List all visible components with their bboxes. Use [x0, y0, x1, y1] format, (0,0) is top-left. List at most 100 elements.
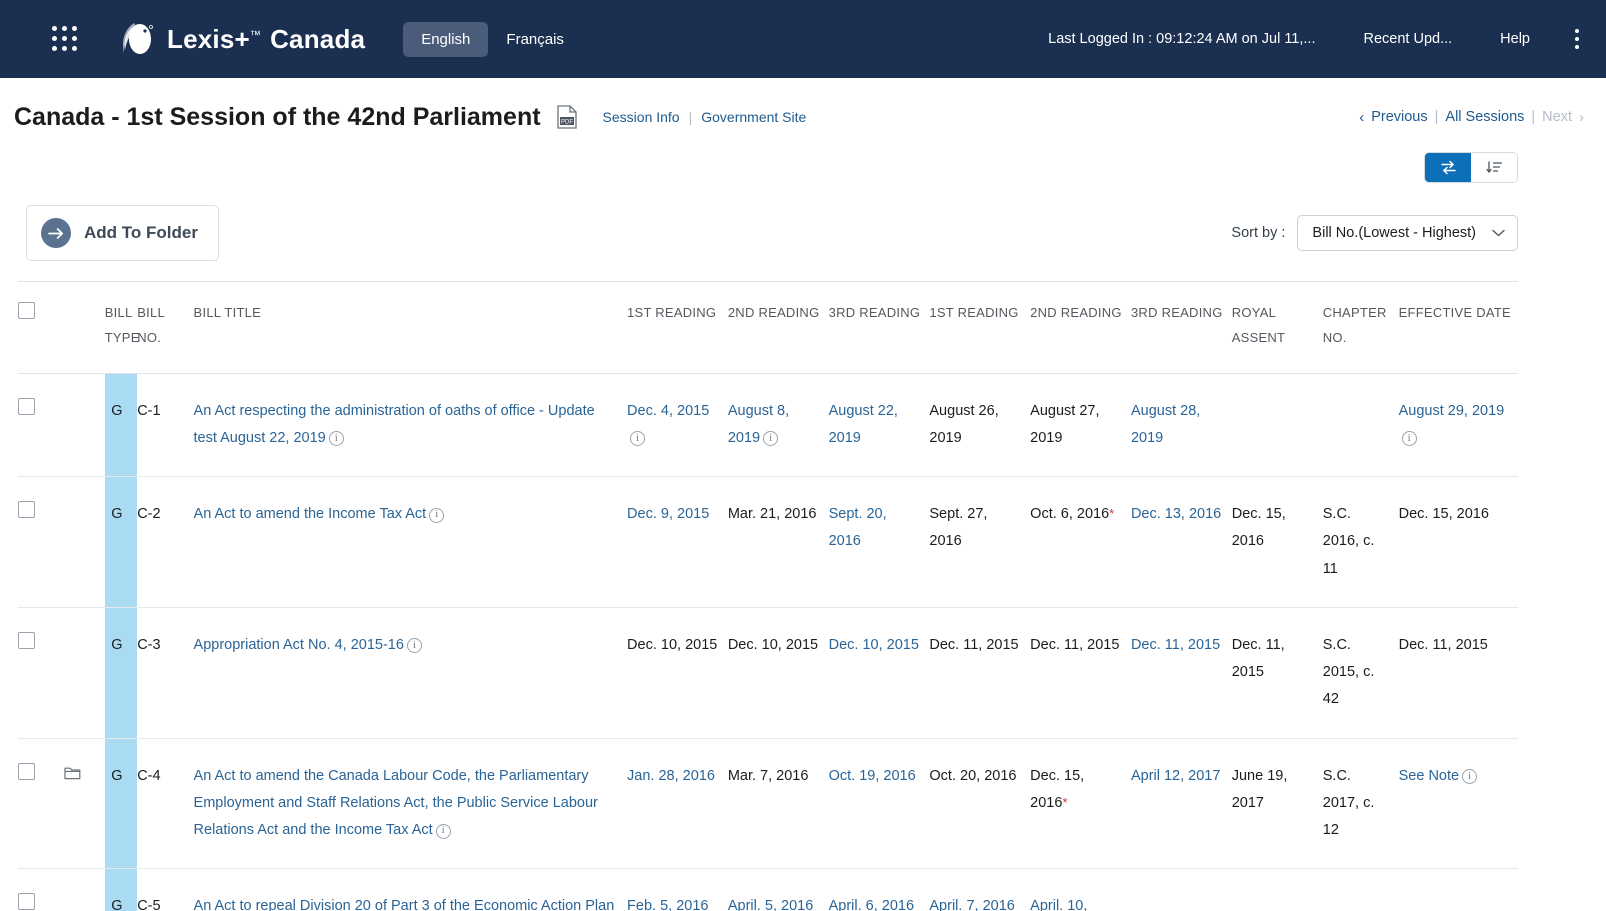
row-folder-cell [64, 373, 105, 477]
help-link[interactable]: Help [1476, 31, 1554, 47]
bill-type-header: BILL TYPE [105, 282, 138, 374]
first-reading-house-cell: Dec. 4, 2015 i [627, 373, 728, 477]
info-icon[interactable]: i [630, 431, 645, 446]
row-checkbox[interactable] [18, 763, 35, 780]
effective-date-cell: August 29, 2019 i [1399, 373, 1518, 477]
third-reading-house-cell: August 22, 2019 [829, 373, 930, 477]
royal-assent-cell-value: June 19, 2017 [1232, 768, 1288, 811]
third-reading-senate-cell: August 28, 2019 [1131, 373, 1232, 477]
second-reading-senate-cell-link[interactable]: April. 10, 2016 [1030, 898, 1087, 911]
bill-title-cell: An Act to amend the Income Tax Acti [194, 477, 628, 608]
add-to-folder-button[interactable]: Add To Folder [26, 205, 219, 261]
language-toggle-group: English Français [403, 22, 582, 57]
third-reading-senate-cell-link[interactable]: Dec. 13, 2016 [1131, 506, 1221, 522]
pdf-document-icon[interactable]: PDF [557, 105, 577, 129]
third-reading-senate-cell: Dec. 11, 2015 [1131, 607, 1232, 738]
row-checkbox[interactable] [18, 501, 35, 518]
government-site-link[interactable]: Government Site [701, 109, 806, 125]
third-reading-senate-cell-link[interactable]: August 28, 2019 [1131, 403, 1200, 446]
third-reading-house-cell-link[interactable]: Dec. 10, 2015 [829, 637, 919, 653]
bill-title-cell: Appropriation Act No. 4, 2015-16i [194, 607, 628, 738]
bill-title-link[interactable]: An Act to amend the Canada Labour Code, … [194, 768, 598, 839]
swap-arrows-icon-button[interactable] [1425, 153, 1471, 182]
info-icon[interactable]: i [407, 638, 422, 653]
sort-by-dropdown[interactable]: Bill No.(Lowest - Highest) [1297, 215, 1518, 251]
row-checkbox[interactable] [18, 632, 35, 649]
royal-assent-cell: Dec. 15, 2016 [1232, 477, 1323, 608]
language-english-button[interactable]: English [403, 22, 488, 57]
bill-title-cell: An Act to amend the Canada Labour Code, … [194, 738, 628, 869]
add-to-folder-label: Add To Folder [84, 223, 198, 243]
royal-assent-header: ROYAL ASSENT [1232, 282, 1323, 374]
language-francais-button[interactable]: Français [488, 22, 582, 57]
bill-title-link[interactable]: Appropriation Act No. 4, 2015-16 [194, 637, 404, 653]
first-reading-senate-cell: Oct. 20, 2016 [929, 738, 1030, 869]
effective-date-cell-link[interactable]: See Note [1399, 768, 1459, 784]
folder-icon[interactable] [64, 763, 81, 790]
row-checkbox[interactable] [18, 893, 35, 910]
info-icon[interactable]: i [1402, 431, 1417, 446]
first-reading-house-cell-link[interactable]: Feb. 5, 2016 [627, 898, 708, 911]
select-all-header [18, 282, 64, 374]
info-icon[interactable]: i [429, 508, 444, 523]
second-reading-house-cell: April. 5, 2016i [728, 869, 829, 911]
previous-chevron-icon[interactable]: ‹ [1359, 109, 1364, 126]
session-info-link[interactable]: Session Info [603, 109, 680, 125]
chevron-down-icon [1492, 225, 1505, 241]
bill-no-cell: C-1 [137, 373, 193, 477]
info-icon[interactable]: i [436, 824, 451, 839]
second-reading-house-cell-link[interactable]: April. 5, 2016 [728, 898, 813, 911]
bill-title-cell: An Act respecting the administration of … [194, 373, 628, 477]
table-row: GC-2An Act to amend the Income Tax ActiD… [18, 477, 1518, 608]
brand-title: Lexis+™Canada [167, 24, 365, 55]
second-reading-house-cell-value: Mar. 7, 2016 [728, 768, 809, 784]
bill-title-link[interactable]: An Act to repeal Division 20 of Part 3 o… [194, 898, 615, 911]
chapter-no-cell: S.C. 2017, c. 12 [1323, 738, 1399, 869]
last-logged-in-label: Last Logged In : 09:12:24 AM on Jul 11,.… [1024, 31, 1339, 47]
bill-title-link[interactable]: An Act to amend the Income Tax Act [194, 506, 427, 522]
row-folder-cell [64, 738, 105, 869]
info-icon[interactable]: i [329, 431, 344, 446]
bill-no-cell: C-4 [137, 738, 193, 869]
previous-session-link[interactable]: Previous [1371, 109, 1427, 125]
sort-descending-icon-button[interactable] [1471, 153, 1517, 182]
first-reading-house-cell: Feb. 5, 2016i [627, 869, 728, 911]
info-icon[interactable]: i [763, 431, 778, 446]
third-reading-senate-cell-link[interactable]: April 12, 2017 [1131, 768, 1220, 784]
second-reading-house-cell-link[interactable]: August 8, 2019 [728, 403, 789, 446]
third-reading-house-cell-link[interactable]: August 22, 2019 [829, 403, 898, 446]
first-reading-senate-cell: August 26, 2019 [929, 373, 1030, 477]
brand-logo[interactable]: Lexis+™Canada [120, 20, 365, 58]
third-reading-senate-cell-link[interactable]: Dec. 11, 2015 [1131, 637, 1220, 653]
info-icon[interactable]: i [1462, 769, 1477, 784]
third-reading-house-cell-link[interactable]: Sept. 20, 2016 [829, 506, 887, 549]
select-all-checkbox[interactable] [18, 302, 35, 319]
second-reading-house-cell: Mar. 21, 2016 [728, 477, 829, 608]
header-links-separator: | [689, 109, 693, 125]
kebab-menu-icon[interactable] [1564, 22, 1590, 56]
arrow-right-circle-icon [41, 218, 71, 248]
third-reading-house-cell-link[interactable]: Oct. 19, 2016 [829, 768, 916, 784]
all-sessions-link[interactable]: All Sessions [1445, 109, 1524, 125]
first-reading-house-cell-link[interactable]: Dec. 9, 2015 [627, 506, 709, 522]
first-reading-house-cell: Jan. 28, 2016 [627, 738, 728, 869]
effective-date-cell: Dec. 11, 2015 [1399, 607, 1518, 738]
second-reading-senate-cell: Dec. 11, 2015 [1030, 607, 1131, 738]
third-reading-senate-cell [1131, 869, 1232, 911]
first-reading-house-cell-link[interactable]: Jan. 28, 2016 [627, 768, 715, 784]
first-reading-senate-cell-link[interactable]: April. 7, 2016 [929, 898, 1014, 911]
first-reading-senate-cell: April. 7, 2016i [929, 869, 1030, 911]
sort-by-value: Bill No.(Lowest - Highest) [1312, 225, 1476, 241]
folder-column-header [64, 282, 105, 374]
header-links: Session Info | Government Site [603, 109, 807, 125]
row-checkbox[interactable] [18, 398, 35, 415]
table-row: GC-5An Act to repeal Division 20 of Part… [18, 869, 1518, 911]
third-reading-house-cell-link[interactable]: April. 6, 2016 [829, 898, 914, 911]
first-reading-house-cell-link[interactable]: Dec. 4, 2015 [627, 403, 709, 419]
amendment-asterisk: * [1109, 506, 1114, 521]
effective-date-cell-link[interactable]: August 29, 2019 [1399, 403, 1505, 419]
bill-title-link[interactable]: An Act respecting the administration of … [194, 403, 595, 446]
session-pagination: ‹ Previous | All Sessions | Next › [1359, 109, 1584, 126]
recent-updates-link[interactable]: Recent Upd... [1340, 31, 1477, 47]
grid-apps-icon[interactable] [52, 26, 78, 52]
